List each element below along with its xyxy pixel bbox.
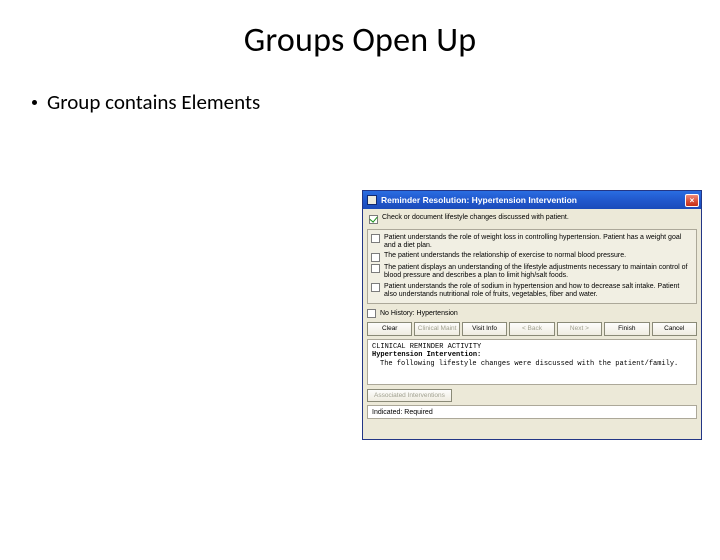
nohistory-checkbox[interactable]	[367, 309, 376, 318]
group-item-label: The patient understands the relationship…	[384, 252, 626, 260]
titlebar: Reminder Resolution: Hypertension Interv…	[363, 191, 701, 209]
top-checkbox-row[interactable]: Check or document lifestyle changes disc…	[367, 211, 697, 226]
note-header: CLINICAL REMINDER ACTIVITY	[372, 343, 692, 351]
bullet-dot-icon	[32, 100, 37, 105]
nohistory-label: No History: Hypertension	[380, 310, 458, 317]
dialog-body: Check or document lifestyle changes disc…	[363, 209, 701, 423]
top-checkbox[interactable]	[369, 215, 378, 224]
group-checkbox[interactable]	[371, 283, 380, 292]
associated-interventions-button[interactable]: Associated Interventions	[367, 389, 452, 402]
top-checkbox-label: Check or document lifestyle changes disc…	[382, 214, 569, 221]
group-item-label: The patient displays an understanding of…	[384, 264, 693, 281]
group-checkbox[interactable]	[371, 253, 380, 262]
note-box: CLINICAL REMINDER ACTIVITY Hypertension …	[367, 339, 697, 385]
clear-button[interactable]: Clear	[367, 322, 412, 336]
app-icon	[367, 195, 377, 205]
next-button[interactable]: Next >	[557, 322, 602, 336]
group-item[interactable]: The patient understands the relationship…	[371, 251, 693, 263]
cancel-button[interactable]: Cancel	[652, 322, 697, 336]
bullet-text: Group contains Elements	[47, 89, 260, 115]
slide-title: Groups Open Up	[0, 20, 720, 61]
group-checkbox[interactable]	[371, 234, 380, 243]
group-item-label: Patient understands the role of sodium i…	[384, 283, 693, 300]
button-row: Clear Clinical Maint Visit Info < Back N…	[367, 322, 697, 336]
close-button[interactable]: ×	[685, 194, 699, 207]
group-item-label: Patient understands the role of weight l…	[384, 234, 693, 251]
finish-button[interactable]: Finish	[604, 322, 649, 336]
note-body: The following lifestyle changes were dis…	[372, 360, 692, 368]
note-title: Hypertension Intervention:	[372, 351, 692, 359]
group-item[interactable]: Patient understands the role of weight l…	[371, 233, 693, 252]
bullet-item: Group contains Elements	[32, 89, 332, 115]
back-button[interactable]: < Back	[509, 322, 554, 336]
group-box: Patient understands the role of weight l…	[367, 229, 697, 305]
clinical-maint-button[interactable]: Clinical Maint	[414, 322, 459, 336]
group-item[interactable]: Patient understands the role of sodium i…	[371, 282, 693, 301]
reminder-dialog: Reminder Resolution: Hypertension Interv…	[362, 190, 702, 440]
nohistory-checkbox-row[interactable]: No History: Hypertension	[367, 308, 697, 318]
group-item[interactable]: The patient displays an understanding of…	[371, 263, 693, 282]
group-checkbox[interactable]	[371, 264, 380, 273]
indicated-field: Indicated: Required	[367, 405, 697, 419]
dialog-title: Reminder Resolution: Hypertension Interv…	[381, 195, 685, 205]
visit-info-button[interactable]: Visit Info	[462, 322, 507, 336]
